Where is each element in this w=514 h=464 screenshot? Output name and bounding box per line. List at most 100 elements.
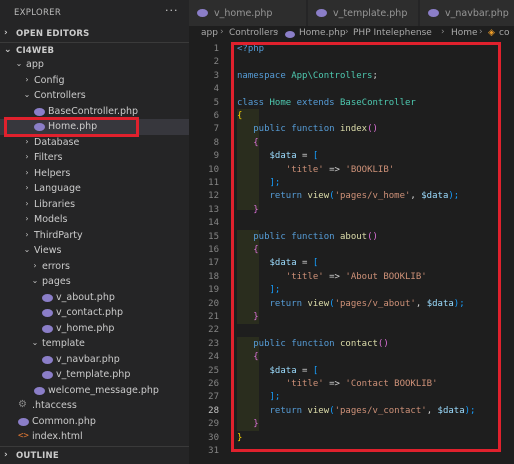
line-number: 13 bbox=[208, 204, 219, 215]
line-number: 23 bbox=[208, 338, 219, 349]
breadcrumb-item[interactable]: Home.php bbox=[299, 28, 346, 38]
outline-section[interactable]: › OUTLINE bbox=[0, 446, 189, 464]
chevron-right-icon: › bbox=[25, 214, 29, 223]
tab-v-template[interactable]: v_template.php bbox=[308, 0, 419, 26]
tab-label: v_navbar.php bbox=[445, 8, 509, 19]
tree-folder[interactable]: › errors bbox=[0, 259, 189, 275]
tree-item-label: welcome_message.php bbox=[48, 384, 159, 396]
tree-file[interactable]: ⚙ .htaccess bbox=[0, 398, 189, 414]
php-file-icon bbox=[197, 9, 208, 17]
tree-file[interactable]: v_navbar.php bbox=[0, 352, 189, 368]
chevron-down-icon: ⌄ bbox=[23, 245, 31, 254]
php-file-icon bbox=[428, 9, 439, 17]
tree-file[interactable]: v_home.php bbox=[0, 321, 189, 337]
tree-folder[interactable]: › Models bbox=[0, 212, 189, 228]
chevron-right-icon: › bbox=[345, 27, 349, 37]
php-file-icon bbox=[42, 324, 53, 333]
php-file-icon bbox=[18, 417, 29, 426]
tree-item-label: Libraries bbox=[34, 198, 76, 210]
php-file-icon bbox=[34, 386, 45, 395]
outline-label: OUTLINE bbox=[16, 451, 59, 461]
line-number: 29 bbox=[208, 419, 219, 430]
tree-folder[interactable]: ⌄ template bbox=[0, 336, 189, 352]
line-number: 4 bbox=[213, 84, 219, 95]
outline-row[interactable]: › OUTLINE bbox=[0, 448, 189, 464]
chevron-right-icon: › bbox=[441, 27, 445, 37]
gear-icon: ⚙ bbox=[18, 399, 27, 410]
php-file-icon bbox=[316, 9, 327, 17]
tree-file[interactable]: v_template.php bbox=[0, 367, 189, 383]
tree-item-label: Config bbox=[34, 74, 65, 86]
chevron-right-icon: › bbox=[25, 183, 29, 192]
line-number: 24 bbox=[208, 352, 219, 363]
php-file-icon bbox=[285, 31, 295, 38]
line-number: 26 bbox=[208, 379, 219, 389]
tree-item-label: pages bbox=[42, 276, 71, 287]
tree-file[interactable]: v_contact.php bbox=[0, 305, 189, 321]
line-number: 27 bbox=[208, 392, 219, 403]
tab-v-navbar[interactable]: v_navbar.php bbox=[420, 0, 514, 26]
tree-item-label: v_template.php bbox=[56, 369, 131, 380]
tree-item-label: Common.php bbox=[32, 415, 96, 427]
tree-file[interactable]: welcome_message.php bbox=[0, 383, 189, 399]
php-file-icon bbox=[34, 107, 45, 116]
tree-folder[interactable]: ⌄ pages bbox=[0, 274, 189, 290]
line-number: 30 bbox=[208, 432, 219, 443]
tab-v-home[interactable]: v_home.php bbox=[189, 0, 307, 26]
line-number: 10 bbox=[208, 164, 219, 175]
breadcrumb-item[interactable]: Home bbox=[451, 28, 478, 38]
tree-folder[interactable]: ⌄ app bbox=[0, 57, 189, 73]
php-file-icon bbox=[42, 371, 53, 379]
breadcrumb-item[interactable]: Controllers bbox=[229, 28, 278, 38]
line-number: 12 bbox=[208, 191, 219, 202]
line-number: 11 bbox=[208, 178, 219, 188]
method-symbol-icon: ◈ bbox=[488, 28, 495, 38]
breadcrumb-item[interactable]: co bbox=[499, 28, 509, 38]
ellipsis-icon[interactable]: ··· bbox=[165, 4, 179, 17]
line-number: 7 bbox=[213, 124, 219, 135]
tab-label: v_home.php bbox=[214, 8, 273, 19]
tree-item-label: ThirdParty bbox=[34, 229, 83, 241]
tree-folder[interactable]: › Libraries bbox=[0, 197, 189, 213]
tree-folder[interactable]: › Config bbox=[0, 73, 189, 89]
tree-folder[interactable]: ⌄ Controllers bbox=[0, 88, 189, 104]
explorer-header: EXPLORER ··· bbox=[0, 0, 189, 26]
tree-folder[interactable]: › Helpers bbox=[0, 166, 189, 182]
php-file-icon bbox=[42, 309, 53, 317]
chevron-down-icon: ⌄ bbox=[31, 276, 39, 285]
tree-item-label: template bbox=[42, 338, 85, 349]
tree-file[interactable]: Common.php bbox=[0, 414, 189, 430]
chevron-right-icon: › bbox=[25, 74, 29, 84]
tree-item-label: Views bbox=[34, 245, 62, 256]
breadcrumb-item[interactable]: PHP Intelephense bbox=[353, 28, 432, 38]
tree-file[interactable]: <> index.html bbox=[0, 429, 189, 445]
line-number: 18 bbox=[208, 271, 219, 282]
tree-folder[interactable]: › Language bbox=[0, 181, 189, 197]
php-file-icon bbox=[42, 293, 53, 302]
tree-item-label: Language bbox=[34, 183, 81, 194]
tab-label: v_template.php bbox=[333, 8, 408, 19]
chevron-right-icon: › bbox=[4, 28, 8, 38]
tree-folder[interactable]: ⌄ Views bbox=[0, 243, 189, 259]
breadcrumb-item[interactable]: app bbox=[201, 28, 218, 38]
tree-item-label: BaseController.php bbox=[48, 105, 139, 117]
line-number: 17 bbox=[208, 258, 219, 269]
chevron-right-icon: › bbox=[220, 27, 224, 37]
tree-item-label: Models bbox=[34, 214, 68, 225]
tree-item-label: v_navbar.php bbox=[56, 353, 120, 365]
chevron-down-icon: ⌄ bbox=[23, 90, 31, 99]
tree-folder[interactable]: › Filters bbox=[0, 150, 189, 166]
line-number: 15 bbox=[208, 231, 219, 242]
chevron-down-icon: ⌄ bbox=[4, 45, 12, 55]
line-number: 3 bbox=[213, 70, 219, 81]
line-number: 16 bbox=[208, 245, 219, 255]
open-editors-section[interactable]: › OPEN EDITORS bbox=[0, 26, 189, 42]
line-number: 9 bbox=[213, 151, 219, 162]
tree-folder[interactable]: › ThirdParty bbox=[0, 228, 189, 244]
tree-file[interactable]: v_about.php bbox=[0, 290, 189, 306]
line-number: 5 bbox=[213, 97, 219, 108]
chevron-down-icon: ⌄ bbox=[15, 59, 23, 68]
chevron-right-icon: › bbox=[275, 27, 279, 37]
line-number: 19 bbox=[208, 285, 219, 296]
chevron-down-icon: ⌄ bbox=[31, 338, 39, 347]
